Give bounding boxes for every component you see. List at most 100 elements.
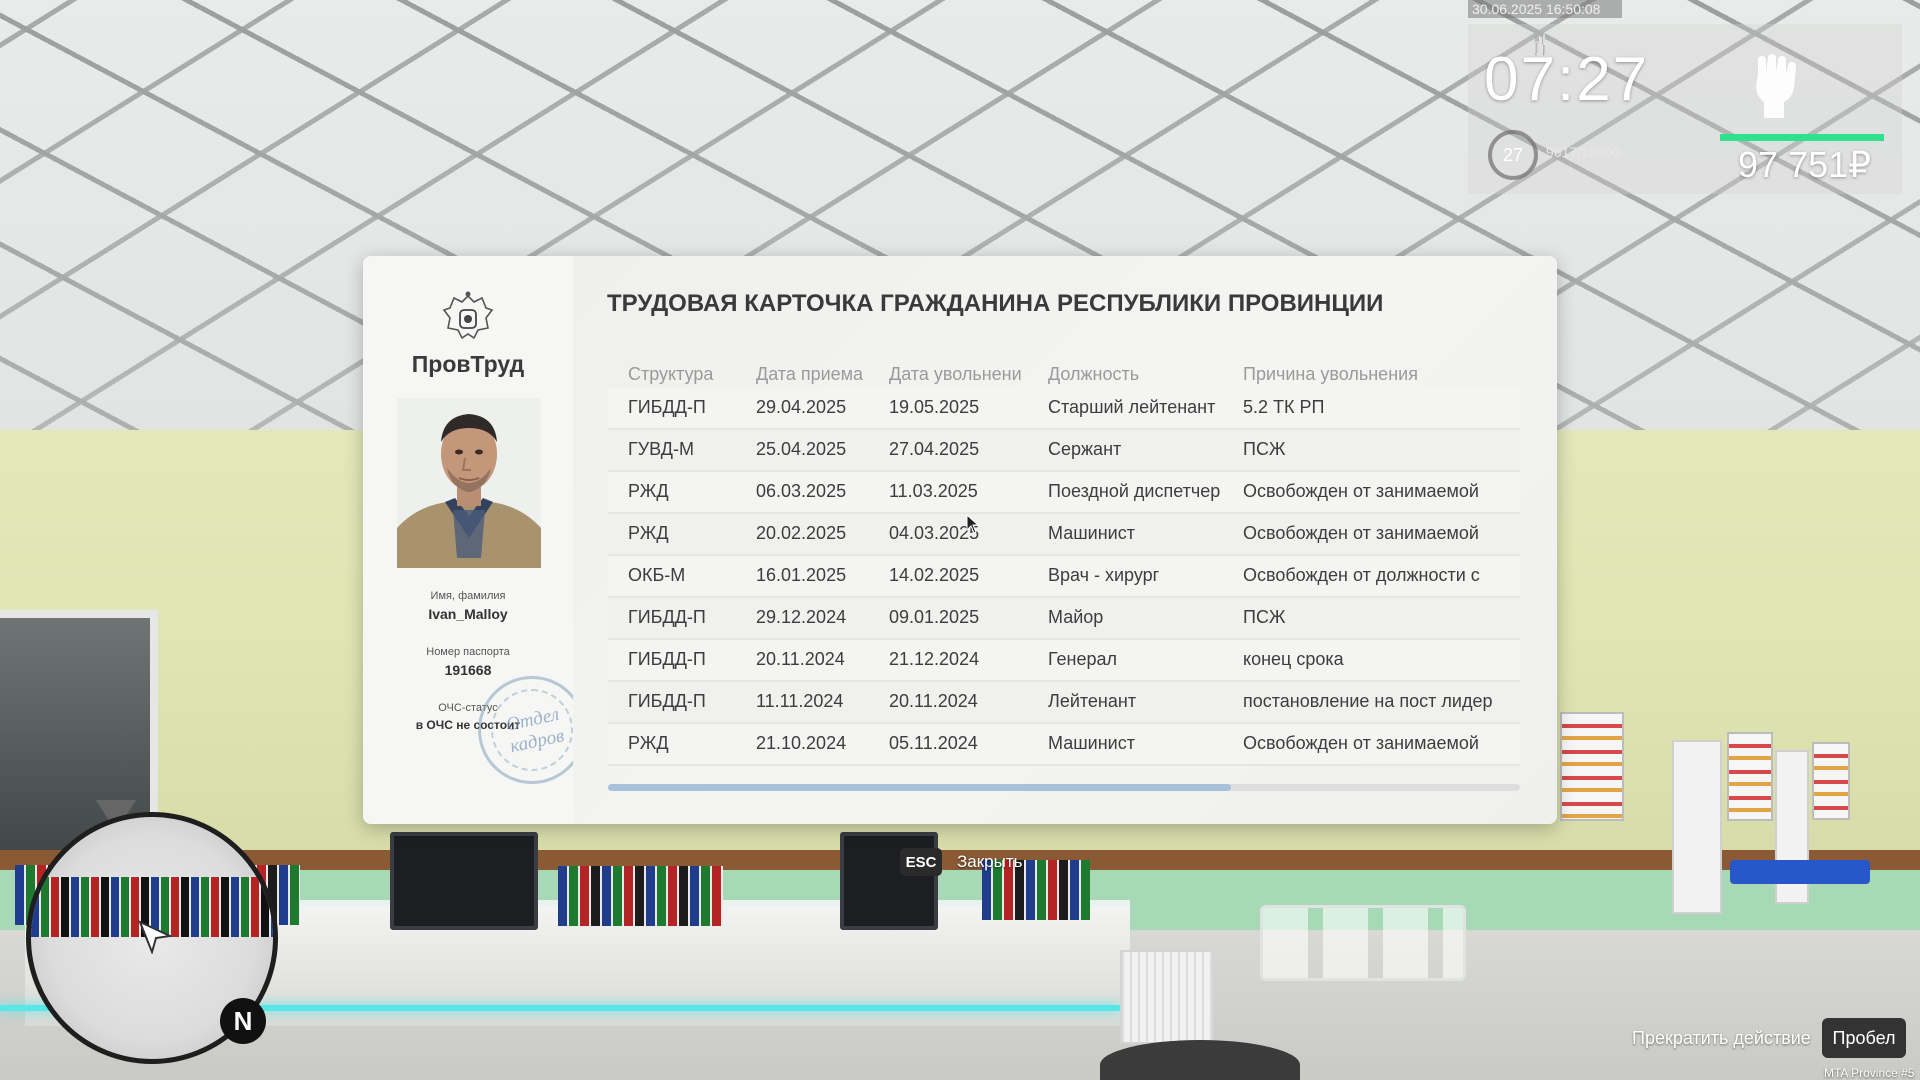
space-key-button[interactable]: Пробел — [1822, 1018, 1906, 1058]
table-row: ГИБДД-П 29.12.2024 09.01.2025 Майор ПСЖ — [608, 598, 1520, 640]
column-header: Структура — [628, 364, 714, 384]
hr-stamp: Отдел кадров — [478, 676, 586, 784]
table-cell: ГИБДД-П — [628, 397, 706, 417]
table-cell: Врач - хирург — [1048, 565, 1160, 585]
table-cell: 14.02.2025 — [889, 565, 980, 585]
waiting-chairs — [1260, 905, 1466, 981]
citizen-photo — [397, 398, 541, 568]
table-cell: 29.04.2025 — [756, 397, 847, 417]
stretcher — [1730, 860, 1870, 884]
server-name: MTA Province #5 — [1824, 1066, 1915, 1080]
monitor — [840, 832, 938, 930]
poster — [1812, 742, 1850, 820]
table-cell: 06.03.2025 — [756, 481, 847, 501]
table-cell: Поездной диспетчер — [1048, 481, 1221, 501]
table-cell: 29.12.2024 — [756, 607, 847, 627]
hud-datetime: 30.06.2025 16:50:08 — [1468, 0, 1622, 18]
table-row: ГИБДД-П 11.11.2024 20.11.2024 Лейтенант пост… — [608, 682, 1520, 724]
table-cell: постановление на пост лидер — [1243, 691, 1493, 711]
table-cell: Освобожден от занимаемой — [1243, 523, 1479, 543]
table-cell: ПСЖ — [1243, 607, 1286, 627]
employment-panel: ТРУДОВАЯ КАРТОЧКА ГРАЖДАНИНА РЕСПУБЛИКИ … — [573, 256, 1557, 824]
table-cell: РЖД — [628, 733, 669, 753]
table-cell: 20.11.2024 — [756, 649, 845, 669]
waste-bin — [1120, 950, 1214, 1044]
money-display: 97 751₽ — [1738, 144, 1872, 185]
table-cell: ГИБДД-П — [628, 649, 706, 669]
table-cell: РЖД — [628, 481, 669, 501]
door — [1672, 740, 1722, 914]
close-label[interactable]: Закрыть — [957, 852, 1022, 872]
table-cell: 21.12.2024 — [889, 649, 980, 669]
table-cell: 20.02.2025 — [756, 523, 847, 543]
table-cell: РЖД — [628, 523, 669, 543]
profile-panel: ПровТруд Имя, фамилия Ivan_Malloy Номер … — [363, 256, 586, 824]
column-header: Причина увольнения — [1243, 364, 1418, 384]
table-row: РЖД 06.03.2025 11.03.2025 Поездной диспетче… — [608, 472, 1520, 514]
table-cell: Освобожден от должности с — [1243, 565, 1480, 585]
name-label: Имя, фамилия — [430, 590, 506, 602]
hud-clock: 07:27 — [1484, 45, 1650, 114]
table-cell: ГУВД-М — [628, 439, 694, 459]
poster — [1560, 712, 1624, 821]
table-cell: Генерал — [1048, 649, 1118, 669]
table-cell: ПСЖ — [1243, 439, 1286, 459]
table-cell: Майор — [1048, 607, 1104, 627]
table-cell: 19.05.2025 — [889, 397, 980, 417]
table-row: ГУВД-М 25.04.2025 27.04.2025 Сержант ПСЖ — [608, 430, 1520, 472]
stop-action-label: Прекратить действие — [1632, 1028, 1811, 1048]
horizontal-scrollbar[interactable] — [608, 784, 1520, 791]
table-cell: 09.01.2025 — [889, 607, 980, 627]
table-cell: 04.03.2025 — [889, 523, 980, 543]
table-cell: Старший лейтенант — [1048, 397, 1216, 417]
table-cell: 11.03.2025 — [889, 481, 978, 501]
employment-table[interactable]: Структура Дата приема Дата увольнени Дол… — [608, 364, 1520, 766]
table-cell: Машинист — [1048, 523, 1135, 543]
table-row: РЖД 20.02.2025 04.03.2025 Машинист Освобожде… — [608, 514, 1520, 556]
labor-card-dialog: ПровТруд Имя, фамилия Ivan_Malloy Номер … — [363, 256, 1557, 824]
table-cell: 16.01.2025 — [756, 565, 847, 585]
table-cell: 05.11.2024 — [889, 733, 978, 753]
xp-counter: 9617/10800 — [1546, 144, 1620, 160]
table-cell: 27.04.2025 — [889, 439, 980, 459]
table-row: РЖД 21.10.2024 05.11.2024 Машинист Освобожде… — [608, 724, 1520, 766]
table-cell: Лейтенант — [1048, 691, 1137, 711]
poster — [1727, 732, 1773, 821]
org-name: ПровТруд — [411, 351, 525, 377]
table-cell: конец срока — [1243, 649, 1344, 669]
passport-value: 191668 — [444, 662, 492, 678]
table-cell: ГИБДД-П — [628, 607, 706, 627]
table-row: ГИБДД-П 29.04.2025 19.05.2025 Старший лейте… — [608, 388, 1520, 430]
health-bar — [1720, 134, 1884, 141]
table-cell: ОКБ-М — [628, 565, 686, 585]
level-indicator: 27 — [1488, 130, 1538, 180]
column-header: Должность — [1048, 364, 1140, 384]
card-title: ТРУДОВАЯ КАРТОЧКА ГРАЖДАНИНА РЕСПУБЛИКИ … — [607, 290, 1384, 317]
table-cell: 5.2 ТК РП — [1243, 397, 1325, 417]
table-header: Структура Дата приема Дата увольнени Дол… — [608, 364, 1520, 388]
binders — [558, 866, 723, 926]
fist-icon — [1756, 54, 1796, 118]
esc-key-hint[interactable]: ESC — [900, 848, 942, 876]
table-row: ОКБ-М 16.01.2025 14.02.2025 Врач - хирург Ос… — [608, 556, 1520, 598]
north-compass-icon: N — [220, 998, 266, 1044]
table-cell: 20.11.2024 — [889, 691, 978, 711]
table-cell: Освобожден от занимаемой — [1243, 733, 1479, 753]
name-value: Ivan_Malloy — [428, 606, 508, 622]
table-cell: 25.04.2025 — [756, 439, 847, 459]
passport-label: Номер паспорта — [426, 646, 510, 658]
table-row: ГИБДД-П 20.11.2024 21.12.2024 Генерал конец … — [608, 640, 1520, 682]
table-body: ГИБДД-П 29.04.2025 19.05.2025 Старший лейте… — [608, 388, 1520, 766]
column-header: Дата приема — [756, 364, 864, 384]
horizontal-scroll-thumb[interactable] — [608, 784, 1231, 791]
mouse-cursor-icon — [966, 514, 980, 534]
table-cell: Машинист — [1048, 733, 1135, 753]
column-header: Дата увольнени — [889, 364, 1022, 384]
monitor — [390, 832, 538, 930]
player-arrow-icon — [138, 920, 174, 954]
table-cell: 11.11.2024 — [756, 691, 844, 711]
table-cell: 21.10.2024 — [756, 733, 847, 753]
coat-of-arms-icon — [442, 291, 494, 340]
table-cell: ГИБДД-П — [628, 691, 706, 711]
table-cell: Освобожден от занимаемой — [1243, 481, 1479, 501]
